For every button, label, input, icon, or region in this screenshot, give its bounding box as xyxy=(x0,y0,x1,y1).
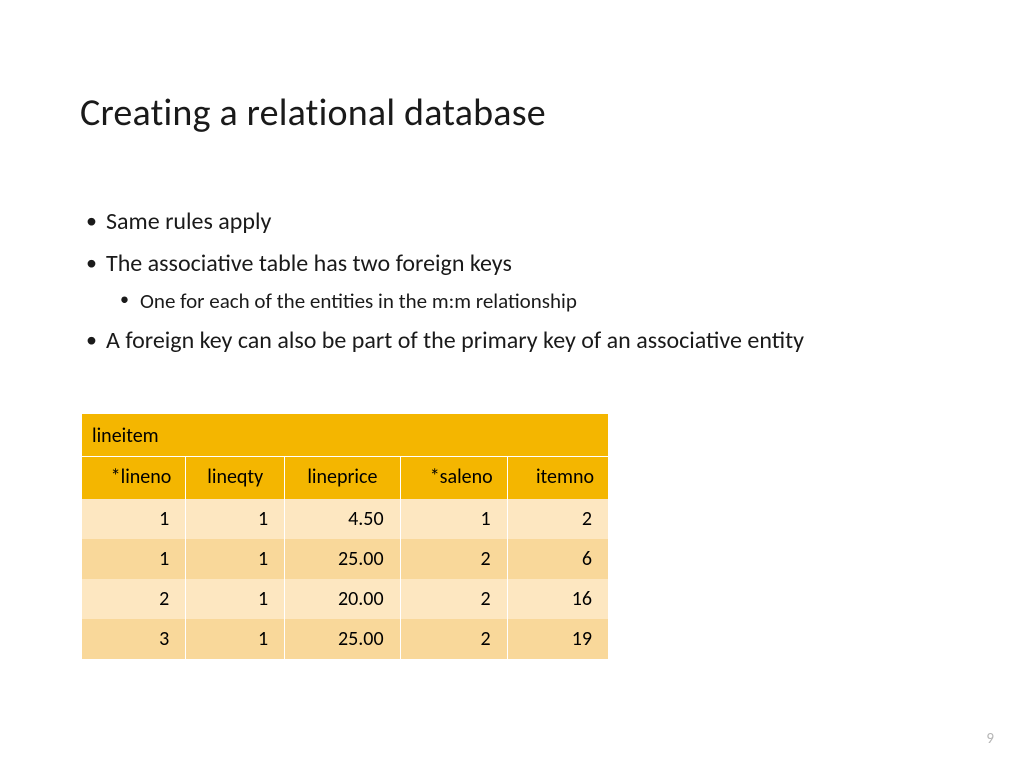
bullet-list: Same rules apply The associative table h… xyxy=(86,206,944,358)
cell: 1 xyxy=(186,579,285,619)
page-number: 9 xyxy=(986,730,994,748)
table-body: 1 1 4.50 1 2 1 1 25.00 2 6 2 1 20.00 xyxy=(82,499,608,659)
cell: 1 xyxy=(186,619,285,659)
slide: Creating a relational database Same rule… xyxy=(0,0,1024,659)
table-row: 1 1 25.00 2 6 xyxy=(82,539,608,579)
cell: 1 xyxy=(82,539,186,579)
column-header: *lineno xyxy=(82,456,186,499)
cell: 2 xyxy=(400,619,507,659)
cell: 2 xyxy=(507,499,608,539)
cell: 1 xyxy=(186,499,285,539)
bullet-item: Same rules apply xyxy=(86,206,944,238)
bullet-item: A foreign key can also be part of the pr… xyxy=(86,325,944,357)
slide-title: Creating a relational database xyxy=(80,90,944,136)
cell: 2 xyxy=(400,539,507,579)
table-title: lineitem xyxy=(82,414,608,457)
sub-bullet-item: One for each of the entities in the m:m … xyxy=(106,287,944,315)
table-row: 3 1 25.00 2 19 xyxy=(82,619,608,659)
table-row: 2 1 20.00 2 16 xyxy=(82,579,608,619)
cell: 2 xyxy=(400,579,507,619)
bullet-item: The associative table has two foreign ke… xyxy=(86,248,944,315)
cell: 25.00 xyxy=(285,539,400,579)
cell: 4.50 xyxy=(285,499,400,539)
column-header: *saleno xyxy=(400,456,507,499)
cell: 3 xyxy=(82,619,186,659)
cell: 1 xyxy=(186,539,285,579)
cell: 1 xyxy=(400,499,507,539)
cell: 6 xyxy=(507,539,608,579)
cell: 2 xyxy=(82,579,186,619)
table-title-row: lineitem xyxy=(82,414,608,457)
cell: 20.00 xyxy=(285,579,400,619)
cell: 19 xyxy=(507,619,608,659)
table-row: 1 1 4.50 1 2 xyxy=(82,499,608,539)
table-header: *lineno lineqty lineprice *saleno itemno xyxy=(82,456,608,499)
bullet-text: The associative table has two foreign ke… xyxy=(106,249,512,278)
cell: 25.00 xyxy=(285,619,400,659)
cell: 1 xyxy=(82,499,186,539)
cell: 16 xyxy=(507,579,608,619)
data-table: lineitem *lineno lineqty lineprice *sale… xyxy=(82,414,608,659)
column-header: itemno xyxy=(507,456,608,499)
column-header: lineqty xyxy=(186,456,285,499)
table-lineitem: lineitem *lineno lineqty lineprice *sale… xyxy=(82,414,608,659)
sub-bullet-list: One for each of the entities in the m:m … xyxy=(106,287,944,315)
column-header: lineprice xyxy=(285,456,400,499)
